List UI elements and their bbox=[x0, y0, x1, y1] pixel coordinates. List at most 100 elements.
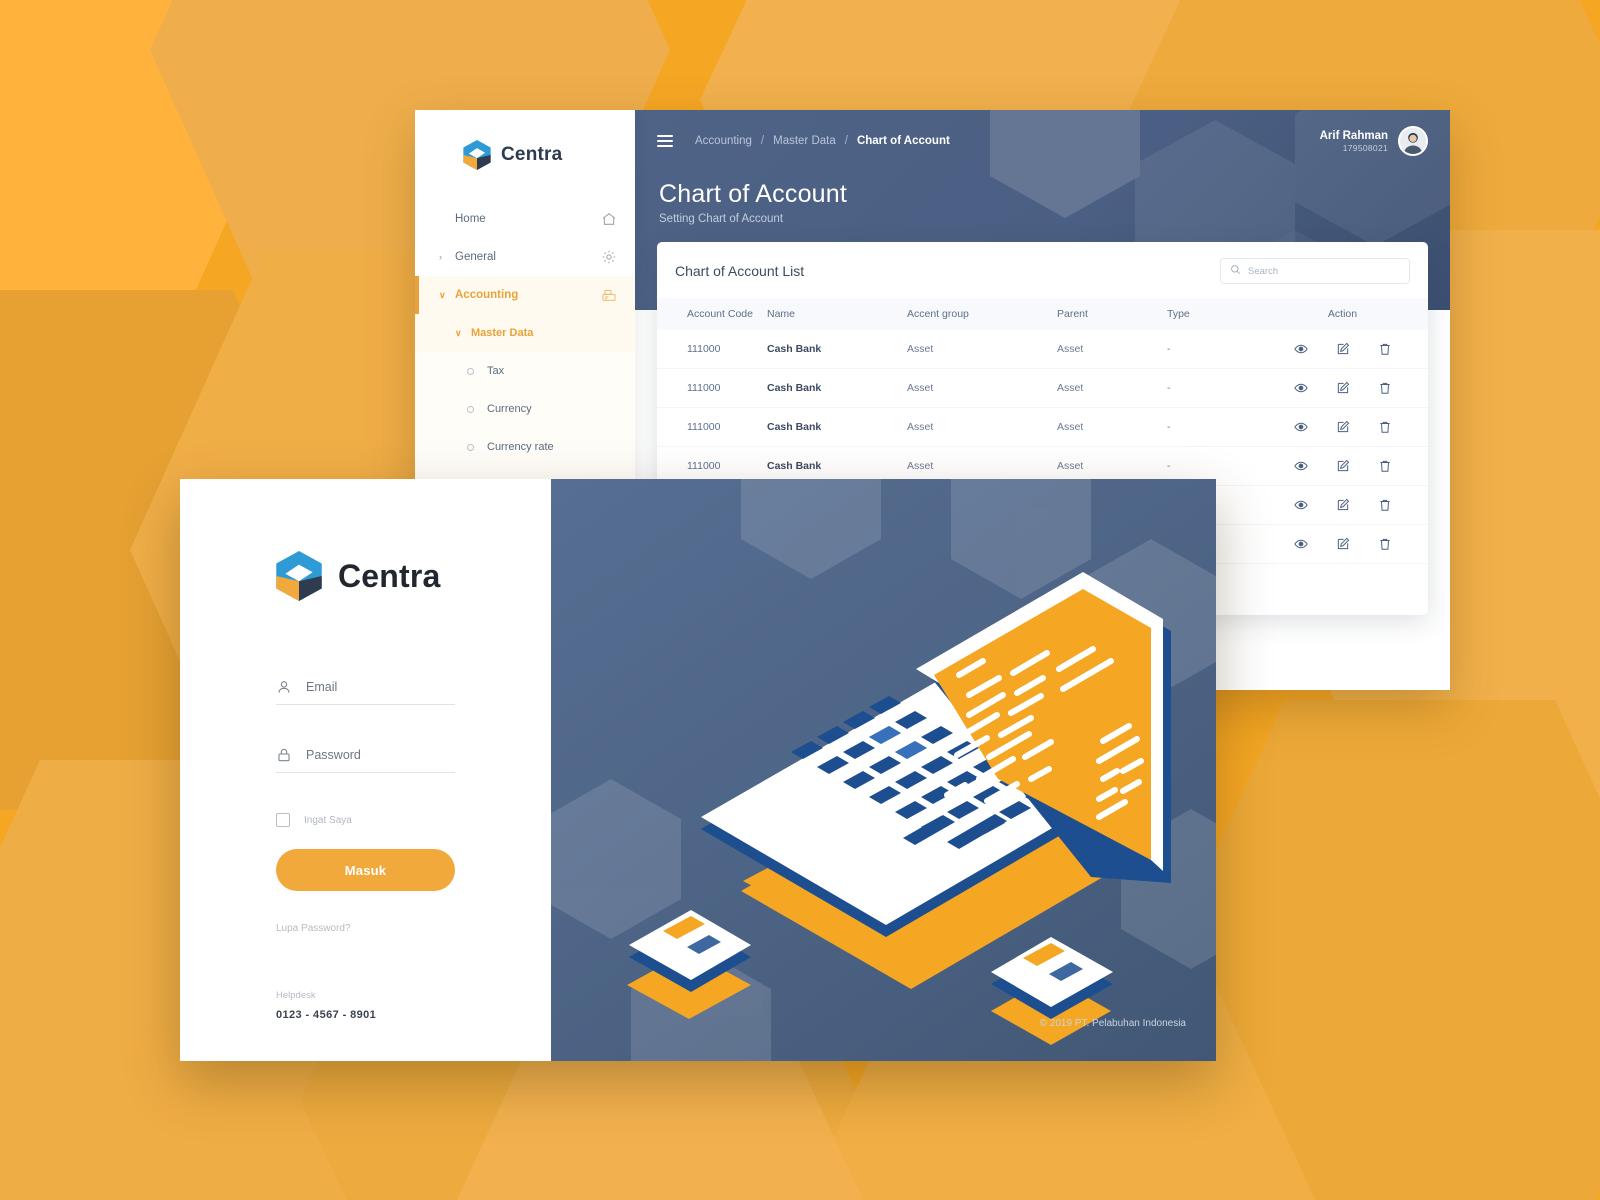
login-form-panel: Centra Ingat Saya bbox=[180, 479, 551, 1061]
column-header-account-code: Account Code bbox=[687, 308, 753, 320]
card-header: Chart of Account List bbox=[657, 242, 1428, 298]
page-subtitle: Setting Chart of Account bbox=[659, 213, 784, 225]
sidebar-item-currency-rate[interactable]: Currency rate bbox=[415, 428, 635, 466]
cell-accent-group: Asset bbox=[907, 421, 934, 433]
sidebar-item-general[interactable]: › General bbox=[415, 238, 635, 276]
delete-icon[interactable] bbox=[1378, 420, 1392, 434]
delete-icon[interactable] bbox=[1378, 498, 1392, 512]
edit-icon[interactable] bbox=[1336, 537, 1350, 551]
login-brand-label: Centra bbox=[338, 557, 441, 594]
view-icon[interactable] bbox=[1293, 537, 1308, 551]
cell-actions bbox=[1257, 330, 1428, 369]
password-input[interactable] bbox=[306, 748, 455, 762]
cell-parent: Asset bbox=[1057, 343, 1084, 355]
cell-accent-group: Asset bbox=[907, 382, 934, 394]
cell-actions bbox=[1257, 447, 1428, 486]
delete-icon[interactable] bbox=[1378, 381, 1392, 395]
sidebar-item-label: General bbox=[455, 251, 496, 263]
breadcrumb-item-accounting[interactable]: Accounting bbox=[695, 135, 752, 147]
column-header-parent: Parent bbox=[1057, 308, 1088, 320]
sidebar-item-label: Master Data bbox=[471, 327, 534, 339]
breadcrumb-item-master-data[interactable]: Master Data bbox=[773, 135, 836, 147]
search-icon bbox=[1230, 262, 1241, 280]
hamburger-icon[interactable] bbox=[657, 135, 673, 147]
table-row[interactable]: 111000 Cash Bank Asset Asset - bbox=[657, 408, 1428, 447]
remember-me-row: Ingat Saya bbox=[276, 813, 455, 827]
cell-parent: Asset bbox=[1057, 382, 1084, 394]
edit-icon[interactable] bbox=[1336, 381, 1350, 395]
table-header-row: Account Code Name Accent group Parent Ty… bbox=[657, 298, 1428, 330]
helpdesk-phone: 0123 - 4567 - 8901 bbox=[276, 1009, 377, 1021]
login-copyright: © 2019 PT. Pelabuhan Indonesia bbox=[1039, 1018, 1186, 1029]
gear-icon bbox=[601, 249, 617, 265]
sidebar-brand-label: Centra bbox=[501, 144, 563, 165]
sidebar-item-tax[interactable]: Tax bbox=[415, 352, 635, 390]
sidebar-item-master-data[interactable]: ∨ Master Data bbox=[415, 314, 635, 352]
avatar[interactable] bbox=[1398, 126, 1428, 156]
sidebar-item-accounting[interactable]: ∨ Accounting bbox=[415, 276, 635, 314]
cell-account-code: 111000 bbox=[687, 382, 721, 394]
sidebar-item-label: Currency bbox=[487, 403, 532, 415]
isometric-laptop-illustration bbox=[551, 479, 1216, 1061]
chevron-right-icon: › bbox=[439, 252, 442, 262]
cell-actions bbox=[1257, 369, 1428, 408]
home-icon bbox=[601, 211, 617, 227]
cell-account-code: 111000 bbox=[687, 421, 721, 433]
remember-me-checkbox[interactable] bbox=[276, 813, 290, 827]
login-illustration-panel: © 2019 PT. Pelabuhan Indonesia bbox=[551, 479, 1216, 1061]
edit-icon[interactable] bbox=[1336, 420, 1350, 434]
sidebar-item-label: Currency rate bbox=[487, 441, 554, 453]
table-row[interactable]: 111000 Cash Bank Asset Asset - bbox=[657, 330, 1428, 369]
breadcrumb: Accounting / Master Data / Chart of Acco… bbox=[695, 135, 950, 147]
search-input[interactable] bbox=[1248, 265, 1400, 277]
cell-name: Cash Bank bbox=[767, 343, 822, 355]
column-header-accent-group: Accent group bbox=[907, 308, 969, 320]
remember-me-label: Ingat Saya bbox=[304, 814, 352, 826]
breadcrumb-separator: / bbox=[844, 135, 848, 147]
edit-icon[interactable] bbox=[1336, 459, 1350, 473]
delete-icon[interactable] bbox=[1378, 342, 1392, 356]
page-title: Chart of Account bbox=[659, 180, 848, 208]
sidebar-brand: Centra bbox=[415, 110, 635, 170]
user-name: Arif Rahman bbox=[1319, 129, 1388, 142]
cash-register-icon bbox=[601, 287, 617, 303]
cell-name: Cash Bank bbox=[767, 382, 822, 394]
view-icon[interactable] bbox=[1293, 459, 1308, 473]
centra-logo-icon bbox=[463, 140, 491, 170]
sidebar-item-label: Tax bbox=[487, 365, 505, 377]
email-field[interactable] bbox=[276, 673, 455, 705]
table-row[interactable]: 111000 Cash Bank Asset Asset - bbox=[657, 369, 1428, 408]
login-window: Centra Ingat Saya bbox=[180, 479, 1216, 1061]
search-box[interactable] bbox=[1220, 258, 1410, 284]
column-header-action: Action bbox=[1327, 308, 1358, 320]
column-header-name: Name bbox=[767, 308, 796, 320]
view-icon[interactable] bbox=[1293, 342, 1308, 356]
cell-type: - bbox=[1167, 343, 1171, 355]
view-icon[interactable] bbox=[1293, 420, 1308, 434]
cell-type: - bbox=[1167, 382, 1171, 394]
table-head: Account Code Name Accent group Parent Ty… bbox=[657, 298, 1428, 330]
centra-logo-icon bbox=[276, 551, 322, 601]
edit-icon[interactable] bbox=[1336, 342, 1350, 356]
page-title-block: Chart of Account Setting Chart of Accoun… bbox=[635, 172, 1450, 225]
edit-icon[interactable] bbox=[1336, 498, 1350, 512]
cell-actions bbox=[1257, 408, 1428, 447]
view-icon[interactable] bbox=[1293, 381, 1308, 395]
cell-type: - bbox=[1167, 421, 1171, 433]
delete-icon[interactable] bbox=[1378, 459, 1392, 473]
password-field[interactable] bbox=[276, 741, 455, 773]
column-header-type: Type bbox=[1167, 308, 1190, 320]
view-icon[interactable] bbox=[1293, 498, 1308, 512]
delete-icon[interactable] bbox=[1378, 537, 1392, 551]
email-input[interactable] bbox=[306, 680, 455, 694]
login-submit-button[interactable]: Masuk bbox=[276, 849, 455, 891]
sidebar-item-home[interactable]: Home bbox=[415, 200, 635, 238]
chevron-down-icon: ∨ bbox=[455, 327, 462, 338]
forgot-password-link[interactable]: Lupa Password? bbox=[276, 923, 455, 934]
bullet-icon bbox=[467, 405, 474, 413]
helpdesk-label: Helpdesk bbox=[276, 990, 316, 1001]
user-profile[interactable]: Arif Rahman 179508021 bbox=[1320, 126, 1428, 156]
cell-accent-group: Asset bbox=[907, 343, 934, 355]
topbar: Accounting / Master Data / Chart of Acco… bbox=[635, 110, 1450, 172]
sidebar-item-currency[interactable]: Currency bbox=[415, 390, 635, 428]
